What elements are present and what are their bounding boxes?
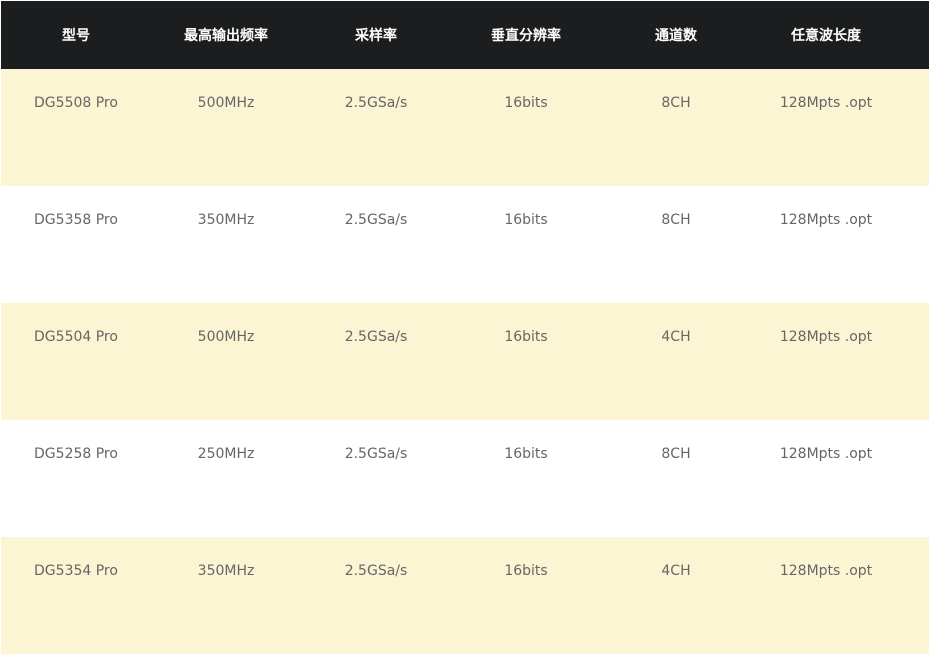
header-vertical-resolution: 垂直分辨率	[451, 1, 601, 69]
table-row: DG5508 Pro 500MHz 2.5GSa/s 16bits 8CH 12…	[1, 69, 929, 186]
cell-max-output-frequency: 250MHz	[151, 420, 301, 537]
cell-sample-rate: 2.5GSa/s	[301, 69, 451, 186]
cell-model: DG5354 Pro	[1, 537, 151, 654]
cell-channels: 4CH	[601, 537, 751, 654]
cell-channels: 8CH	[601, 69, 751, 186]
cell-arbitrary-wave-length: 128Mpts .opt	[751, 303, 929, 420]
cell-sample-rate: 2.5GSa/s	[301, 537, 451, 654]
cell-arbitrary-wave-length: 128Mpts .opt	[751, 537, 929, 654]
cell-vertical-resolution: 16bits	[451, 303, 601, 420]
cell-model: DG5358 Pro	[1, 186, 151, 303]
cell-max-output-frequency: 350MHz	[151, 186, 301, 303]
cell-model: DG5508 Pro	[1, 69, 151, 186]
cell-channels: 8CH	[601, 186, 751, 303]
cell-max-output-frequency: 350MHz	[151, 537, 301, 654]
cell-sample-rate: 2.5GSa/s	[301, 420, 451, 537]
cell-arbitrary-wave-length: 128Mpts .opt	[751, 69, 929, 186]
table-row: DG5358 Pro 350MHz 2.5GSa/s 16bits 8CH 12…	[1, 186, 929, 303]
cell-vertical-resolution: 16bits	[451, 420, 601, 537]
cell-model: DG5258 Pro	[1, 420, 151, 537]
cell-channels: 4CH	[601, 303, 751, 420]
cell-vertical-resolution: 16bits	[451, 537, 601, 654]
cell-sample-rate: 2.5GSa/s	[301, 186, 451, 303]
header-model: 型号	[1, 1, 151, 69]
header-channels: 通道数	[601, 1, 751, 69]
cell-arbitrary-wave-length: 128Mpts .opt	[751, 420, 929, 537]
cell-channels: 8CH	[601, 420, 751, 537]
table-row: DG5258 Pro 250MHz 2.5GSa/s 16bits 8CH 12…	[1, 420, 929, 537]
header-max-output-frequency: 最高输出频率	[151, 1, 301, 69]
header-sample-rate: 采样率	[301, 1, 451, 69]
cell-max-output-frequency: 500MHz	[151, 69, 301, 186]
header-arbitrary-wave-length: 任意波长度	[751, 1, 929, 69]
table-row: DG5354 Pro 350MHz 2.5GSa/s 16bits 4CH 12…	[1, 537, 929, 654]
table-row: DG5504 Pro 500MHz 2.5GSa/s 16bits 4CH 12…	[1, 303, 929, 420]
cell-arbitrary-wave-length: 128Mpts .opt	[751, 186, 929, 303]
cell-max-output-frequency: 500MHz	[151, 303, 301, 420]
cell-sample-rate: 2.5GSa/s	[301, 303, 451, 420]
table-header-row: 型号 最高输出频率 采样率 垂直分辨率 通道数 任意波长度	[1, 1, 929, 69]
spec-table: 型号 最高输出频率 采样率 垂直分辨率 通道数 任意波长度 DG5508 Pro…	[1, 1, 929, 654]
cell-vertical-resolution: 16bits	[451, 69, 601, 186]
cell-model: DG5504 Pro	[1, 303, 151, 420]
cell-vertical-resolution: 16bits	[451, 186, 601, 303]
